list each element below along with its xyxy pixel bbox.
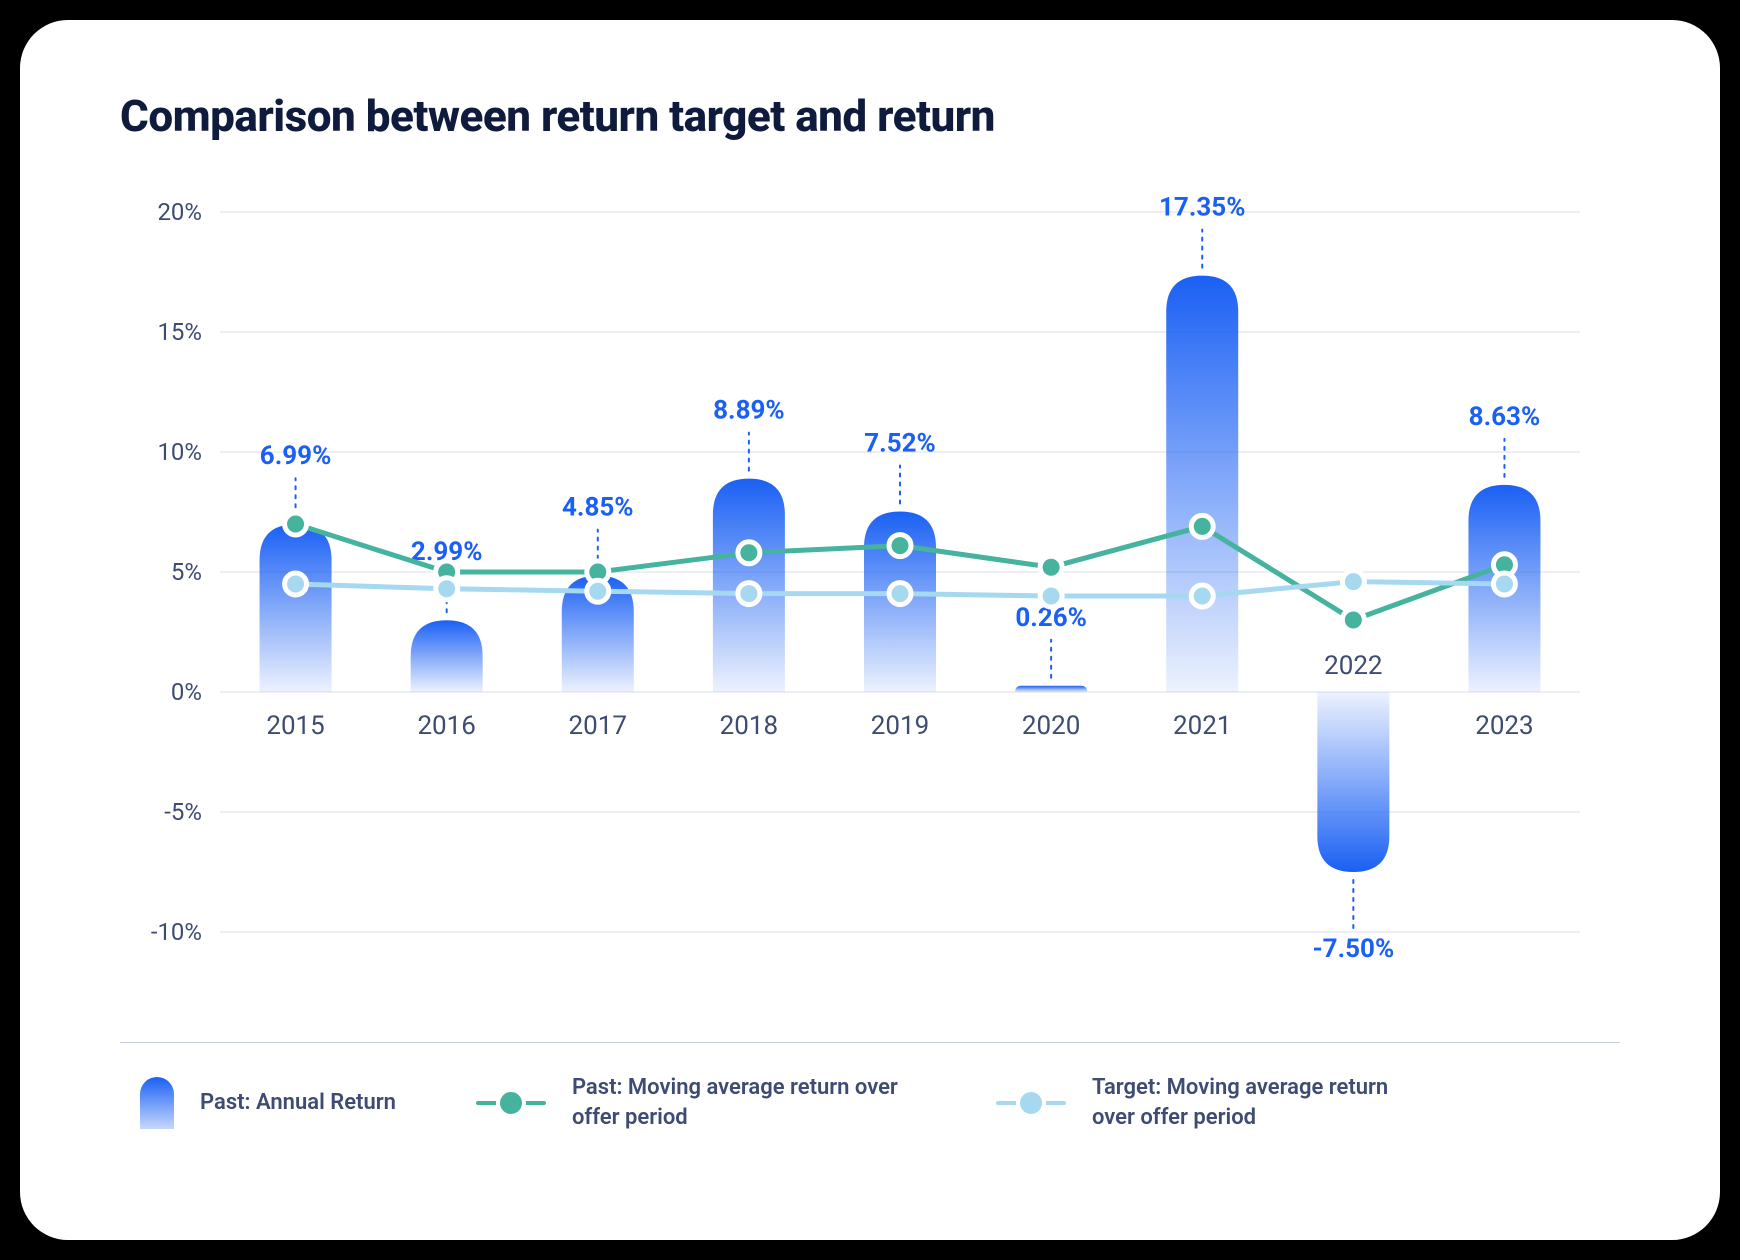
x-tick-label: 2019 — [871, 711, 929, 741]
line-point — [889, 583, 911, 605]
bar-value-label: -7.50% — [1312, 934, 1394, 964]
line-swatch-green-icon — [476, 1091, 546, 1115]
legend-item-moving-avg-past: Past: Moving average return over offer p… — [476, 1073, 916, 1132]
y-tick-label: 5% — [171, 558, 202, 586]
legend: Past: Annual Return Past: Moving average… — [120, 1073, 1620, 1132]
line-point — [889, 535, 911, 557]
line-point — [1040, 556, 1062, 578]
line-point — [1040, 585, 1062, 607]
line-point — [436, 578, 458, 600]
bar-value-label: 8.63% — [1469, 402, 1541, 432]
bar-value-label: 17.35% — [1159, 193, 1245, 223]
bar-value-label: 6.99% — [260, 441, 332, 471]
x-tick-label: 2017 — [569, 711, 627, 741]
chart-svg: -10%-5%0%5%10%15%20% 6.99%2.99%4.85%8.89… — [120, 182, 1620, 1002]
bar — [1166, 276, 1238, 692]
line-point — [285, 573, 307, 595]
x-tick-label: 2021 — [1173, 711, 1231, 741]
line-point — [587, 580, 609, 602]
line-point — [1493, 573, 1515, 595]
bar — [1015, 686, 1087, 692]
x-tick-label: 2018 — [720, 711, 778, 741]
y-tick-label: 15% — [157, 318, 202, 346]
bar — [411, 620, 483, 692]
line-swatch-cyan-icon — [996, 1091, 1066, 1115]
legend-item-bar: Past: Annual Return — [140, 1077, 396, 1129]
line-point — [1342, 609, 1364, 631]
x-tick-label: 2020 — [1022, 711, 1080, 741]
y-tick-label: 0% — [171, 678, 202, 706]
legend-label-bar: Past: Annual Return — [200, 1088, 396, 1118]
line-point — [1191, 585, 1213, 607]
bar — [260, 524, 332, 692]
x-tick-label: 2015 — [266, 711, 324, 741]
y-tick-label: 20% — [157, 198, 202, 226]
x-tick-label: 2022 — [1324, 651, 1382, 681]
legend-item-moving-avg-target: Target: Moving average return over offer… — [996, 1073, 1436, 1132]
line-point — [738, 583, 760, 605]
line-point — [1342, 571, 1364, 593]
chart-title: Comparison between return target and ret… — [120, 90, 1620, 142]
y-tick-label: -10% — [151, 918, 202, 946]
line-point — [738, 542, 760, 564]
x-tick-label: 2016 — [417, 711, 475, 741]
x-tick-label: 2023 — [1475, 711, 1533, 741]
line-point — [285, 513, 307, 535]
bar-value-label: 8.89% — [713, 396, 785, 426]
legend-separator — [120, 1042, 1620, 1043]
legend-label-moving-avg-target: Target: Moving average return over offer… — [1092, 1073, 1436, 1132]
bar-value-label: 7.52% — [864, 429, 936, 459]
y-tick-label: 10% — [157, 438, 202, 466]
bar — [1317, 692, 1389, 872]
bar-value-label: 4.85% — [562, 493, 634, 523]
legend-label-moving-avg-past: Past: Moving average return over offer p… — [572, 1073, 916, 1132]
y-tick-label: -5% — [164, 798, 202, 826]
chart-plot: -10%-5%0%5%10%15%20% 6.99%2.99%4.85%8.89… — [120, 182, 1620, 1002]
line-point — [1191, 515, 1213, 537]
bar-swatch-icon — [140, 1077, 174, 1129]
chart-card: Comparison between return target and ret… — [20, 20, 1720, 1240]
